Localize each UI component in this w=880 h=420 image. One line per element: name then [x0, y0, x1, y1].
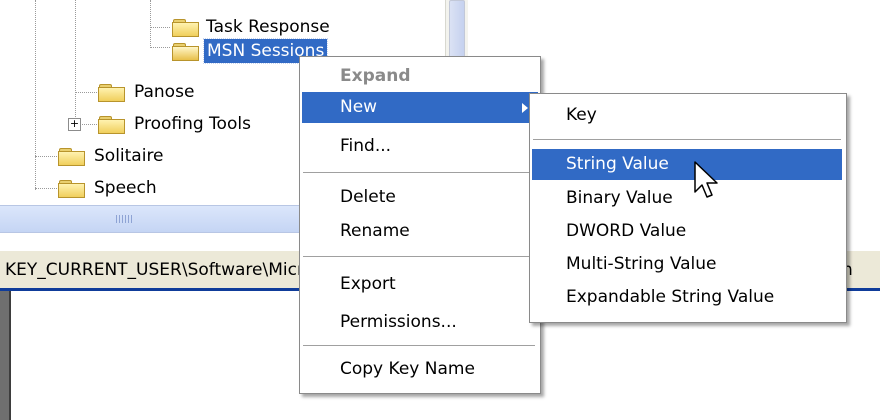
menu-item-label: Copy Key Name	[340, 359, 475, 379]
submenu-arrow-icon	[522, 103, 528, 113]
menu-item-export[interactable]: Export	[300, 269, 540, 300]
submenu-item-string-value[interactable]: String Value	[532, 149, 842, 180]
mouse-pointer-icon	[694, 161, 718, 198]
submenu-item-dword-value[interactable]: DWORD Value	[530, 216, 846, 247]
menu-separator	[533, 139, 841, 140]
menu-item-label: Multi-String Value	[566, 254, 717, 274]
menu-item-label: Find...	[340, 136, 392, 156]
menu-separator	[303, 345, 535, 346]
menu-item-label: Expandable String Value	[566, 287, 775, 307]
pane-edge	[0, 291, 11, 420]
menu-item-label: Key	[566, 105, 597, 125]
menu-item-label: DWORD Value	[566, 221, 687, 241]
folder-icon	[98, 83, 125, 102]
tree-line	[75, 0, 76, 125]
new-submenu: Key String Value Binary Value DWORD Valu…	[529, 93, 847, 323]
tree-item-label: Speech	[94, 178, 157, 198]
tree-line	[35, 0, 36, 190]
menu-item-label: Expand	[340, 66, 411, 86]
menu-separator	[303, 172, 535, 173]
scrollbar-grip[interactable]	[116, 215, 134, 223]
menu-item-label: New	[340, 97, 378, 117]
menu-item-find[interactable]: Find...	[300, 131, 540, 162]
menu-item-label: Permissions...	[340, 312, 457, 332]
menu-item-delete[interactable]: Delete	[300, 182, 540, 213]
folder-icon	[58, 179, 85, 198]
tree-line	[150, 0, 151, 48]
menu-item-label: String Value	[566, 154, 669, 174]
tree-item-label: Proofing Tools	[134, 114, 251, 134]
menu-item-expand[interactable]: Expand	[300, 61, 540, 92]
folder-icon	[98, 115, 125, 134]
menu-item-permissions[interactable]: Permissions...	[300, 307, 540, 338]
menu-item-copy-key-name[interactable]: Copy Key Name	[300, 354, 540, 385]
menu-item-label: Export	[340, 274, 396, 294]
submenu-item-expandable-string-value[interactable]: Expandable String Value	[530, 282, 846, 313]
submenu-item-binary-value[interactable]: Binary Value	[530, 183, 846, 214]
tree-item-label: Task Response	[206, 17, 330, 37]
submenu-item-multi-string-value[interactable]: Multi-String Value	[530, 249, 846, 280]
folder-icon	[58, 147, 85, 166]
expand-plus-icon[interactable]: +	[68, 118, 81, 131]
tree-line	[150, 27, 170, 28]
menu-item-new[interactable]: New	[302, 92, 538, 123]
menu-item-label: Binary Value	[566, 188, 673, 208]
folder-icon	[172, 18, 199, 37]
tree-line	[35, 188, 57, 189]
context-menu: Expand New Find... Delete Rename Export …	[299, 56, 541, 394]
menu-item-label: Delete	[340, 187, 396, 207]
submenu-item-key[interactable]: Key	[530, 100, 846, 131]
menu-item-rename[interactable]: Rename	[300, 216, 540, 247]
tree-line	[150, 47, 170, 48]
tree-line	[75, 92, 97, 93]
tree-item-label: Panose	[134, 82, 195, 102]
menu-separator	[303, 256, 535, 257]
folder-open-icon	[172, 42, 199, 61]
tree-item-label: Solitaire	[94, 146, 164, 166]
tree-line	[35, 156, 57, 157]
menu-item-label: Rename	[340, 221, 410, 241]
